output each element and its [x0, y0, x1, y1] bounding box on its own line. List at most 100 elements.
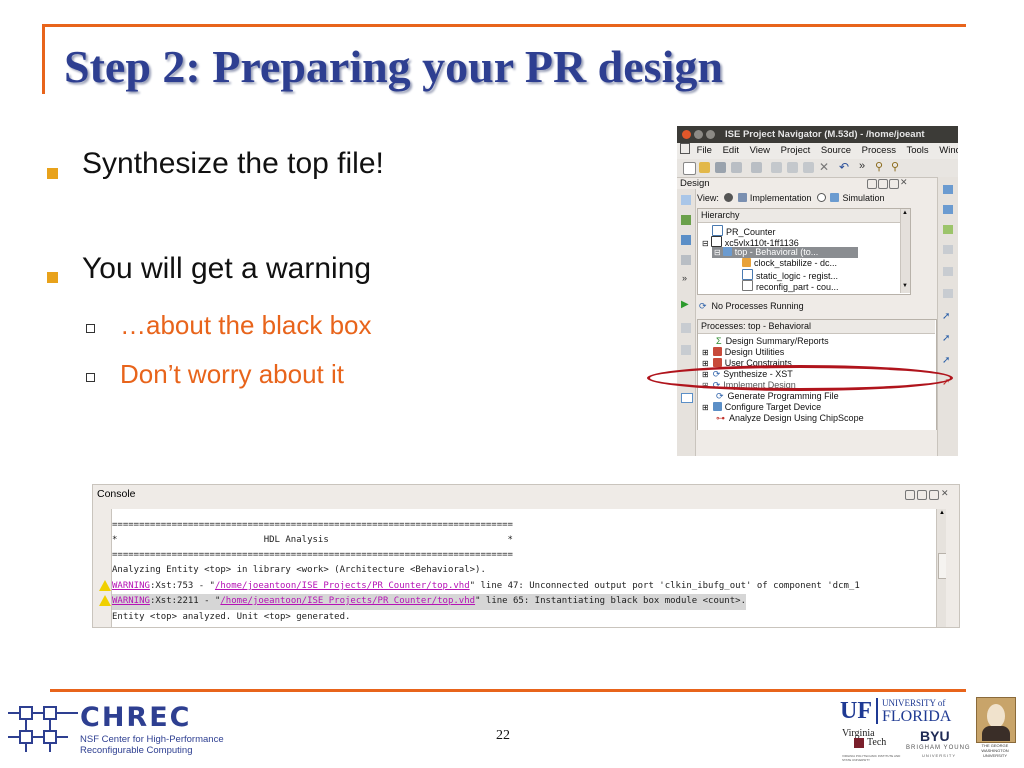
more-tools-icon[interactable]: »	[859, 160, 865, 172]
document-icon	[680, 143, 690, 154]
process-item[interactable]: ⊞ Configure Target Device	[702, 402, 821, 413]
editor-icon[interactable]	[943, 267, 953, 276]
process-label: Analyze Design Using ChipScope	[729, 413, 864, 423]
new-file-icon[interactable]	[683, 162, 696, 175]
warning-link[interactable]: WARNING	[112, 581, 150, 591]
ise-titlebar: ISE Project Navigator (M.53d) - /home/jo…	[677, 126, 958, 143]
paste-icon[interactable]	[803, 162, 814, 173]
design-side-toolbar: » ▶	[677, 189, 696, 456]
find-icon[interactable]: ⚲	[891, 160, 899, 173]
wand-icon[interactable]: ➚	[942, 333, 950, 344]
file-path-link[interactable]: /home/joeantoon/ISE_Projects/PR_Counter/…	[220, 596, 475, 606]
menu-project[interactable]: Project	[781, 145, 811, 156]
console-close-icon[interactable]: ✕	[941, 488, 949, 499]
menu-source[interactable]: Source	[821, 145, 851, 156]
expand-icon[interactable]: ⊞	[702, 403, 709, 412]
tree-item-top-selected[interactable]: ⊟ top - Behavioral (to...	[712, 247, 858, 258]
save-icon[interactable]	[715, 162, 726, 173]
wand-icon[interactable]: ➚	[942, 311, 950, 322]
open-folder-icon[interactable]	[699, 162, 710, 173]
editor-icon[interactable]	[943, 289, 953, 298]
view-selector: View: Implementation Simulation	[697, 193, 885, 204]
hierarchy-icon[interactable]	[681, 255, 691, 265]
simulation-option[interactable]: Simulation	[842, 193, 884, 203]
bullet-1: Synthesize the top file!	[82, 147, 384, 180]
process-item[interactable]: ⟳ Generate Programming File	[716, 391, 839, 402]
cut-icon[interactable]	[771, 162, 782, 173]
menu-edit[interactable]: Edit	[723, 145, 739, 156]
vt-small-print: VIRGINIA POLYTECHNIC INSTITUTE AND STATE…	[842, 754, 901, 762]
add-source-icon[interactable]	[681, 215, 691, 225]
implementation-option[interactable]: Implementation	[750, 193, 812, 203]
portrait-face	[987, 704, 1005, 728]
editor-icon[interactable]	[943, 185, 953, 194]
window-icon[interactable]	[681, 393, 693, 403]
bullet-marker	[47, 272, 58, 283]
console-header: Console	[93, 485, 959, 503]
bullet-marker	[47, 168, 58, 179]
maximize-window-button[interactable]	[706, 130, 715, 139]
tree-item-reconfig[interactable]: reconfig_part - cou...	[742, 280, 839, 293]
console-output[interactable]: ========================================…	[111, 509, 946, 627]
process-item[interactable]: ⊞ Design Utilities	[702, 347, 784, 358]
undo-icon[interactable]: ↶	[839, 160, 849, 174]
tree-item-clock[interactable]: clock_stabilize - dc...	[742, 258, 837, 269]
add-copy-icon[interactable]	[681, 235, 691, 245]
file-path-link[interactable]: /home/joeantoon/ISE_Projects/PR_Counter/…	[215, 581, 470, 591]
scroll-up-icon[interactable]: ▲	[939, 510, 945, 516]
gwu-line: UNIVERSITY	[982, 753, 1007, 758]
process-props-icon[interactable]	[681, 323, 691, 333]
panel-close-icon[interactable]: ✕	[900, 177, 908, 188]
menu-process[interactable]: Process	[862, 145, 896, 156]
hierarchy-header: Hierarchy	[698, 209, 903, 223]
menu-view[interactable]: View	[750, 145, 770, 156]
panel-maximize-icon[interactable]	[889, 179, 899, 189]
editor-icon[interactable]	[943, 205, 953, 214]
warning-code: :Xst:2211 - "	[149, 596, 221, 606]
save-all-icon[interactable]	[731, 162, 742, 173]
collapse-icon[interactable]: ⊟	[714, 248, 721, 257]
hierarchy-scrollbar[interactable]: ▲ ▼	[900, 209, 910, 293]
expand-icon[interactable]: ⊞	[702, 348, 709, 357]
console-maximize-icon[interactable]	[929, 490, 939, 500]
editor-icon[interactable]	[943, 245, 953, 254]
simulation-radio[interactable]	[816, 193, 826, 202]
view-label: View:	[697, 193, 719, 203]
scroll-thumb[interactable]	[938, 553, 946, 579]
panel-restore-icon[interactable]	[867, 179, 877, 189]
gwu-text: THE GEORGE WASHINGTON UNIVERSITY	[972, 743, 1018, 758]
print-icon[interactable]	[751, 162, 762, 173]
view-icon[interactable]	[681, 195, 691, 205]
expand-more-icon[interactable]: »	[682, 273, 687, 283]
implementation-radio[interactable]	[724, 193, 734, 202]
process-options-icon[interactable]	[681, 345, 691, 355]
search-icon[interactable]: ⚲	[875, 160, 883, 173]
panel-float-icon[interactable]	[878, 179, 888, 189]
warning-link[interactable]: WARNING	[112, 596, 150, 606]
menu-window[interactable]: Window	[939, 145, 958, 156]
project-icon	[712, 225, 723, 236]
scroll-up-icon[interactable]: ▲	[902, 210, 908, 216]
collapse-icon[interactable]: ⊟	[702, 239, 709, 248]
minimize-window-button[interactable]	[694, 130, 703, 139]
process-item[interactable]: Σ Design Summary/Reports	[716, 336, 829, 347]
delete-icon[interactable]: ✕	[819, 160, 829, 174]
byu-name: BRIGHAM YOUNG	[906, 745, 971, 751]
ip-core-icon	[742, 258, 751, 267]
vt-tech: Tech	[867, 737, 887, 748]
ise-window: ISE Project Navigator (M.53d) - /home/jo…	[677, 126, 958, 456]
close-window-button[interactable]	[682, 130, 691, 139]
copy-icon[interactable]	[787, 162, 798, 173]
menu-tools[interactable]: Tools	[906, 145, 928, 156]
wand-icon[interactable]: ➚	[942, 355, 950, 366]
menu-file[interactable]: File	[697, 145, 712, 156]
unknown-file-icon	[742, 280, 753, 291]
process-item[interactable]: ⊶ Analyze Design Using ChipScope	[716, 413, 864, 424]
scroll-down-icon[interactable]: ▼	[902, 283, 908, 289]
console-restore-icon[interactable]	[905, 490, 915, 500]
console-float-icon[interactable]	[917, 490, 927, 500]
editor-icon[interactable]	[943, 225, 953, 234]
console-scrollbar[interactable]: ▲	[936, 509, 946, 627]
panel-controls: ✕	[867, 177, 908, 189]
run-icon[interactable]: ▶	[681, 299, 689, 310]
